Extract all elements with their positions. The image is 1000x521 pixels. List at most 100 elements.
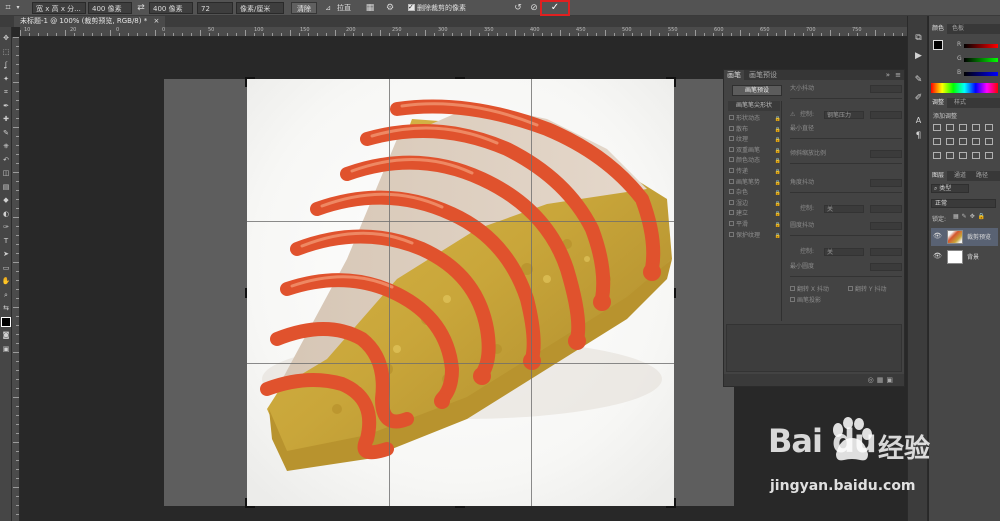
- min-roundness-field[interactable]: [870, 263, 902, 271]
- tab-adjustments[interactable]: 调整: [929, 98, 948, 108]
- control-value-field[interactable]: [870, 248, 902, 256]
- tab-channels[interactable]: 通道: [951, 171, 969, 181]
- tab-color[interactable]: 颜色: [929, 24, 948, 34]
- angle-jitter-slider[interactable]: [790, 192, 902, 193]
- blur-icon[interactable]: ◆: [1, 195, 11, 205]
- roundness-jitter-slider[interactable]: [790, 235, 902, 236]
- lock-icon[interactable]: 🔒: [775, 135, 781, 145]
- color-spectrum[interactable]: [931, 83, 998, 93]
- checkbox-icon[interactable]: [729, 189, 734, 195]
- actions-icon[interactable]: ▶: [912, 50, 925, 63]
- document-tab[interactable]: 未标题-1 @ 100% (裁剪预览, RGB/8) * ×: [14, 16, 166, 27]
- posterize-icon[interactable]: [946, 152, 954, 159]
- threshold-icon[interactable]: [959, 152, 967, 159]
- channel-mixer-icon[interactable]: [985, 138, 993, 145]
- height-field[interactable]: 400 像素: [149, 2, 193, 14]
- lock-icon[interactable]: 🔒: [775, 167, 781, 177]
- brush-presets-icon[interactable]: ✐: [912, 92, 925, 105]
- checkbox-icon[interactable]: [729, 168, 734, 173]
- color-balance-icon[interactable]: [946, 138, 954, 145]
- brush-option-item[interactable]: 平滑 🔒: [729, 220, 781, 230]
- quick-select-icon[interactable]: ✦: [1, 74, 11, 84]
- crop-icon[interactable]: ⌗: [1, 87, 11, 97]
- zoom-icon[interactable]: ⌕: [1, 290, 11, 300]
- control-select-pressure[interactable]: 钢笔压力: [824, 111, 864, 119]
- tab-styles[interactable]: 样式: [951, 98, 969, 108]
- eye-icon[interactable]: 👁: [933, 252, 942, 260]
- lock-icon[interactable]: 🔒: [775, 231, 781, 241]
- brush-option-item[interactable]: 画笔笔势 🔒: [729, 178, 781, 188]
- angle-jitter-field[interactable]: [870, 179, 902, 187]
- straighten-label[interactable]: 拉直: [337, 2, 351, 14]
- size-jitter-field[interactable]: [870, 85, 902, 93]
- lock-icon[interactable]: 🔒: [775, 199, 781, 209]
- character-icon[interactable]: A: [912, 114, 925, 127]
- lasso-icon[interactable]: ʆ: [1, 60, 11, 70]
- tab-layers[interactable]: 图层: [929, 171, 948, 181]
- levels-icon[interactable]: [946, 124, 954, 131]
- brush-presets-button[interactable]: 画笔预设: [732, 85, 782, 96]
- flip-x-checkbox[interactable]: 翻转 X 抖动: [790, 286, 829, 294]
- quick-mask-icon[interactable]: ◙: [1, 330, 11, 340]
- r-slider[interactable]: [964, 44, 998, 48]
- paragraph-icon[interactable]: ¶: [912, 130, 925, 143]
- healing-icon[interactable]: ✚: [1, 114, 11, 124]
- crop-handle-top-left[interactable]: [245, 77, 247, 87]
- min-diameter-slider[interactable]: [790, 138, 902, 139]
- cancel-circle-icon[interactable]: ⊘: [528, 2, 540, 14]
- brush-tip-shape-item[interactable]: 画笔笔尖形状: [728, 101, 780, 111]
- checkbox-icon[interactable]: [729, 231, 734, 237]
- checkbox-icon[interactable]: [729, 178, 734, 184]
- eraser-icon[interactable]: ◫: [1, 168, 11, 178]
- lock-icon[interactable]: 🔒: [775, 220, 781, 230]
- brush-option-item[interactable]: 双重画笔 🔒: [729, 146, 781, 156]
- toggle-hard-bristle-icon[interactable]: ◎: [868, 376, 877, 384]
- tilt-scale-field[interactable]: [870, 150, 902, 158]
- type-icon[interactable]: T: [1, 236, 11, 246]
- grid-icon[interactable]: ▦: [877, 376, 887, 384]
- gradient-icon[interactable]: ▤: [1, 182, 11, 192]
- tab-brush[interactable]: 画笔: [724, 70, 744, 80]
- brush-option-item[interactable]: 传递 🔒: [729, 167, 781, 177]
- brush-option-item[interactable]: 纹理 🔒: [729, 135, 781, 145]
- crop-handle-bottom[interactable]: [455, 506, 465, 508]
- straighten-icon[interactable]: ⊿: [322, 2, 334, 14]
- clear-button[interactable]: 清除: [291, 2, 317, 14]
- b-slider[interactable]: [964, 72, 998, 76]
- tab-close-icon[interactable]: ×: [153, 17, 159, 25]
- brush-option-item[interactable]: 杂色 🔒: [729, 188, 781, 198]
- control-select-off[interactable]: 关: [824, 248, 864, 256]
- delete-cropped-checkbox[interactable]: 删除裁剪的像素: [408, 1, 466, 14]
- eyedropper-icon[interactable]: ✒: [1, 101, 11, 111]
- layer-kind-filter[interactable]: ⌕ 类型: [931, 184, 969, 193]
- checkbox-icon[interactable]: [729, 146, 734, 152]
- black-white-icon[interactable]: [959, 138, 967, 145]
- gear-icon[interactable]: ⚙: [384, 2, 396, 14]
- brush-option-item[interactable]: 形状动态 🔒: [729, 114, 781, 124]
- reset-icon[interactable]: ↺: [512, 2, 524, 14]
- brightness-icon[interactable]: [933, 124, 941, 131]
- lock-icon[interactable]: 🔒: [775, 156, 781, 166]
- move-icon[interactable]: ✥: [1, 33, 11, 43]
- new-preset-icon[interactable]: ▣: [886, 376, 896, 384]
- crop-handle-bottom-right[interactable]: [674, 498, 676, 508]
- lock-icon[interactable]: 🔒: [775, 209, 781, 219]
- control-select-off[interactable]: 关: [824, 205, 864, 213]
- tilt-scale-slider[interactable]: [790, 163, 902, 164]
- checkbox-icon[interactable]: [729, 221, 734, 226]
- screen-mode-icon[interactable]: ▣: [1, 344, 11, 354]
- width-field[interactable]: 400 像素: [88, 2, 132, 14]
- swap-arrows-icon[interactable]: ⇄: [135, 2, 147, 14]
- pen-icon[interactable]: ✑: [1, 222, 11, 232]
- lock-icon[interactable]: 🔒: [775, 125, 781, 135]
- layer-row[interactable]: 👁 背景: [931, 248, 998, 266]
- checkbox-icon[interactable]: [729, 115, 734, 120]
- foreground-color-swatch[interactable]: [933, 40, 943, 50]
- size-jitter-slider[interactable]: [790, 98, 902, 99]
- lock-icon[interactable]: 🔒: [775, 146, 781, 156]
- checkbox-icon[interactable]: [729, 157, 734, 163]
- color-swatch-icon[interactable]: [1, 316, 11, 327]
- grid-overlay-icon[interactable]: ▦: [364, 2, 376, 14]
- crop-handle-left[interactable]: [245, 288, 247, 298]
- hue-saturation-icon[interactable]: [933, 138, 941, 145]
